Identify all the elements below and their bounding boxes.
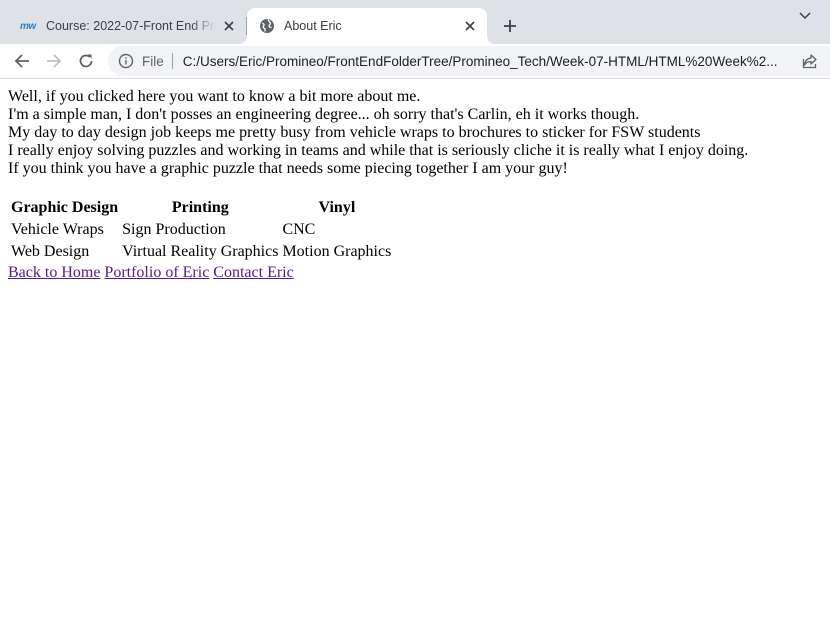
table-row: Vehicle Wraps Sign Production CNC <box>10 220 392 240</box>
intro-line: I really enjoy solving puzzles and worki… <box>8 142 749 159</box>
tab-course[interactable]: mw Course: 2022-07-Front End Programming <box>8 8 247 44</box>
table-cell: Web Design <box>11 243 90 260</box>
intro-line: My day to day design job keeps me pretty… <box>8 124 701 141</box>
tab-strip: mw Course: 2022-07-Front End Programming… <box>0 0 830 44</box>
nav-links: Back to Home Portfolio of Eric Contact E… <box>8 264 822 282</box>
table-cell: Virtual Reality Graphics <box>122 243 279 260</box>
table-row: Web Design Virtual Reality Graphics Moti… <box>10 242 392 262</box>
table-cell: Motion Graphics <box>282 243 392 260</box>
address-divider <box>171 53 173 69</box>
table-header-row: Graphic Design Printing Vinyl <box>10 198 392 218</box>
tab-about-eric[interactable]: About Eric <box>247 8 487 44</box>
arrow-right-icon <box>47 54 62 68</box>
globe-icon <box>259 18 275 34</box>
info-icon[interactable] <box>116 51 136 71</box>
tab-search-button[interactable] <box>792 3 818 29</box>
table-header: Vinyl <box>318 199 356 216</box>
toolbar-border <box>0 78 830 79</box>
chevron-down-icon <box>799 12 811 20</box>
back-button[interactable] <box>7 46 37 76</box>
mw-logo-icon: mw <box>20 20 36 32</box>
new-tab-button[interactable] <box>496 12 524 40</box>
table-header: Graphic Design <box>11 199 119 216</box>
table-cell: Vehicle Wraps <box>11 221 104 238</box>
share-icon[interactable] <box>800 51 820 71</box>
arrow-left-icon <box>14 54 29 68</box>
toolbar: File C:/Users/Eric/Promineo/FrontEndFold… <box>0 44 830 78</box>
page-content: Well, if you clicked here you want to kn… <box>8 88 822 282</box>
address-bar[interactable]: File C:/Users/Eric/Promineo/FrontEndFold… <box>108 46 830 76</box>
intro-line: Well, if you clicked here you want to kn… <box>8 88 421 105</box>
intro-line: I'm a simple man, I don't posses an engi… <box>8 106 640 123</box>
tab-title: Course: 2022-07-Front End Programming <box>46 19 216 33</box>
table-cell: CNC <box>282 221 316 238</box>
reload-button[interactable] <box>71 46 101 76</box>
url-text[interactable]: C:/Users/Eric/Promineo/FrontEndFolderTre… <box>183 54 787 69</box>
intro-line: If you think you have a graphic puzzle t… <box>8 160 568 177</box>
forward-button[interactable] <box>39 46 69 76</box>
services-table: Graphic Design Printing Vinyl Vehicle Wr… <box>8 196 394 264</box>
line-break <box>8 178 822 196</box>
portfolio-link[interactable]: Portfolio of Eric <box>104 264 209 281</box>
back-to-home-link[interactable]: Back to Home <box>8 264 100 281</box>
file-chip: File <box>142 53 164 69</box>
table-cell: Sign Production <box>122 221 226 238</box>
contact-link[interactable]: Contact Eric <box>213 264 293 281</box>
reload-icon <box>79 54 93 68</box>
plus-icon <box>504 20 516 32</box>
table-header: Printing <box>171 199 229 216</box>
tab-title: About Eric <box>284 19 342 33</box>
close-tab-icon[interactable] <box>457 13 483 39</box>
